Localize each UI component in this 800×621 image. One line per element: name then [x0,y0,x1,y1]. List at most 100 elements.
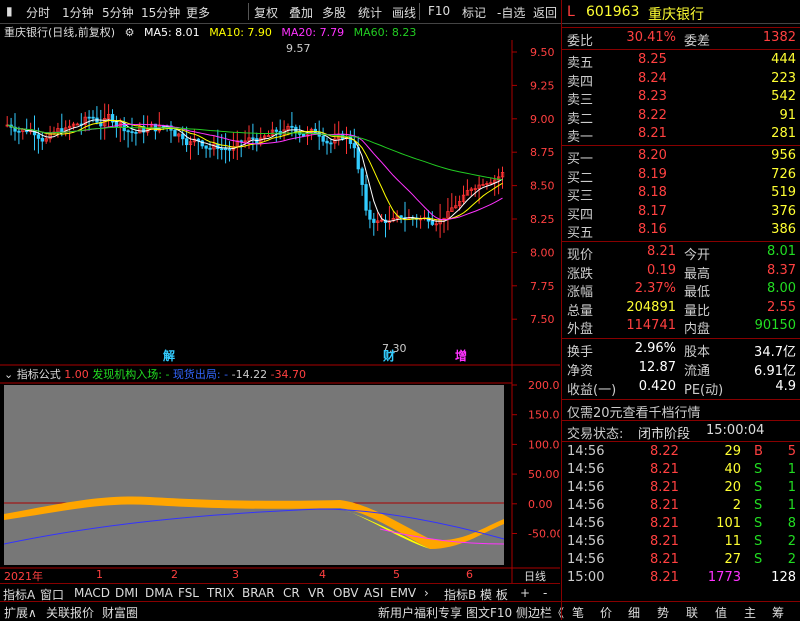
tick-count: 2 [787,552,796,567]
candle-body [399,215,403,218]
candle-body [364,184,368,211]
add-favorite-button[interactable]: -自选 [497,4,525,21]
indicator-param-2: 发现机构入场: [92,368,162,381]
stat2-value: 2.96% [634,341,676,356]
draw-line-button[interactable]: 画线 [392,4,416,21]
tick-count: 8 [787,516,796,531]
trade-status-value: 闭市阶段 [638,427,691,442]
tick-count: 1 [787,480,796,495]
candle-body [368,209,372,220]
candle-body [173,129,177,137]
tab-brar[interactable]: BRAR [242,586,275,600]
tick-count: 5 [787,444,796,459]
promo-row[interactable]: 仅需20元查看千档行情 [562,402,800,421]
tick-row: 14:56 8.21 11 S 2 [562,534,800,552]
period-label[interactable]: 日线 [524,568,546,584]
tab-more[interactable]: 更多 [186,4,210,21]
stat-label: 外盘 [567,322,594,337]
tab-5min[interactable]: 5分钟 [102,4,134,21]
tab-fsl[interactable]: FSL [178,586,199,600]
menu-icon[interactable]: ▮ [6,4,13,18]
indicator-title[interactable]: 指标公式 [17,368,61,381]
f10-button[interactable]: F10 [428,4,450,18]
tick-volume: 1773 [707,570,741,585]
fuquan-button[interactable]: 复权 [254,4,278,21]
buy-level-label: 买三 [567,189,594,204]
stat2-row: 换手 2.96% 股本 34.7亿 [562,341,800,360]
indicator-toggle-icon[interactable]: ⌄ [4,368,13,381]
stat-row: 总量 204891 量比 2.55 [562,300,800,319]
tick-count: 1 [787,498,796,513]
tick-row: 14:56 8.21 101 S 8 [562,516,800,534]
tab-obv[interactable]: OBV [333,586,359,600]
stat2-value: 0.420 [638,379,676,394]
candle-body [204,145,208,149]
indicator-param-2-value: - [165,368,170,381]
trade-status-row: 交易状态: 闭市阶段 15:00:04 [562,423,800,442]
related-quotes-button[interactable]: 关联报价 [46,604,94,621]
expand-button[interactable]: 扩展∧ [4,604,37,621]
back-button[interactable]: 返回 [533,4,557,21]
remove-indicator-button[interactable]: - [543,586,547,600]
new-user-promo-link[interactable]: 新用户福利专享 [378,604,462,621]
sidebar-toggle-button[interactable]: 侧边栏《 [516,604,564,621]
tick-time: 14:56 [567,516,605,531]
weicha-value: 1382 [762,30,796,45]
stat-row: 现价 8.21 今开 8.01 [562,244,800,263]
overlay-button[interactable]: 叠加 [289,4,313,21]
weibi-label: 委比 [567,34,594,49]
candle-body [40,137,44,142]
add-indicator-button[interactable]: + [520,586,530,600]
sell-row: 卖一 8.21 281 [562,126,800,145]
promo-link[interactable]: 仅需20元查看千档行情 [567,402,701,421]
tab-asi[interactable]: ASI [364,586,383,600]
kline-chart[interactable]: 9.50 9.25 9.00 8.75 8.50 8.25 8.00 7.75 7.50 200.… [0,24,560,620]
stats-button[interactable]: 统计 [358,4,382,21]
tab-dmi[interactable]: DMI [115,586,138,600]
trade-status-label: 交易状态: [567,427,624,442]
candle-body [348,135,353,144]
tab-vr[interactable]: VR [308,586,325,600]
stat-value: 0.19 [647,262,676,278]
tab-trix[interactable]: TRIX [207,586,234,600]
mark-button[interactable]: 标记 [462,4,486,21]
time-axis-month: 6 [466,568,473,581]
tab-cr[interactable]: CR [283,586,300,600]
chart-area[interactable]: 9.50 9.25 9.00 8.75 8.50 8.25 8.00 7.75 7.50 200.… [0,24,560,620]
candle-body [17,130,21,133]
buy-level-label: 买二 [567,170,594,186]
indicator-param-1: 1.00 [64,368,89,381]
tab-macd[interactable]: MACD [74,586,110,600]
sell-level-label: 卖三 [567,93,594,108]
wealth-circle-button[interactable]: 财富圈 [102,604,138,621]
tab-fenshi[interactable]: 分时 [26,4,50,21]
candle-body [356,147,360,170]
tick-time: 14:56 [567,498,605,513]
time-axis-month: 3 [232,568,239,581]
f10-graphic-button[interactable]: 图文F10 [466,604,512,621]
tab-15min[interactable]: 15分钟 [141,4,180,21]
tick-time: 14:56 [567,444,605,459]
stat-label-2: 量比 [684,303,711,319]
tab-1min[interactable]: 1分钟 [62,4,94,21]
tab-dma[interactable]: DMA [145,586,173,600]
indicator-param-4: -14.22 [231,368,268,381]
ma5-line [7,119,503,222]
buy-price: 8.16 [638,222,667,237]
tick-row: 14:56 8.21 27 S 2 [562,552,800,570]
sell-volume: 223 [771,70,796,86]
stat-value-2: 8.37 [767,262,796,278]
tab-emv[interactable]: EMV [390,586,416,600]
stat2-value-2: 4.9 [775,379,796,394]
tab-next-arrow[interactable]: › [424,586,429,600]
settings-icon[interactable]: ⚙ [125,26,135,39]
candle-body [130,131,134,134]
stat2-label-2: 流通 [684,364,711,379]
stat-value: 2.37% [634,281,676,296]
tick-price: 8.21 [650,534,679,549]
candle-body [134,131,138,134]
stat-value-2: 90150 [754,318,796,333]
multi-stock-button[interactable]: 多股 [322,4,346,21]
stock-code: 601963 [586,4,640,20]
ma60-label: MA60: 8.23 [353,26,417,39]
